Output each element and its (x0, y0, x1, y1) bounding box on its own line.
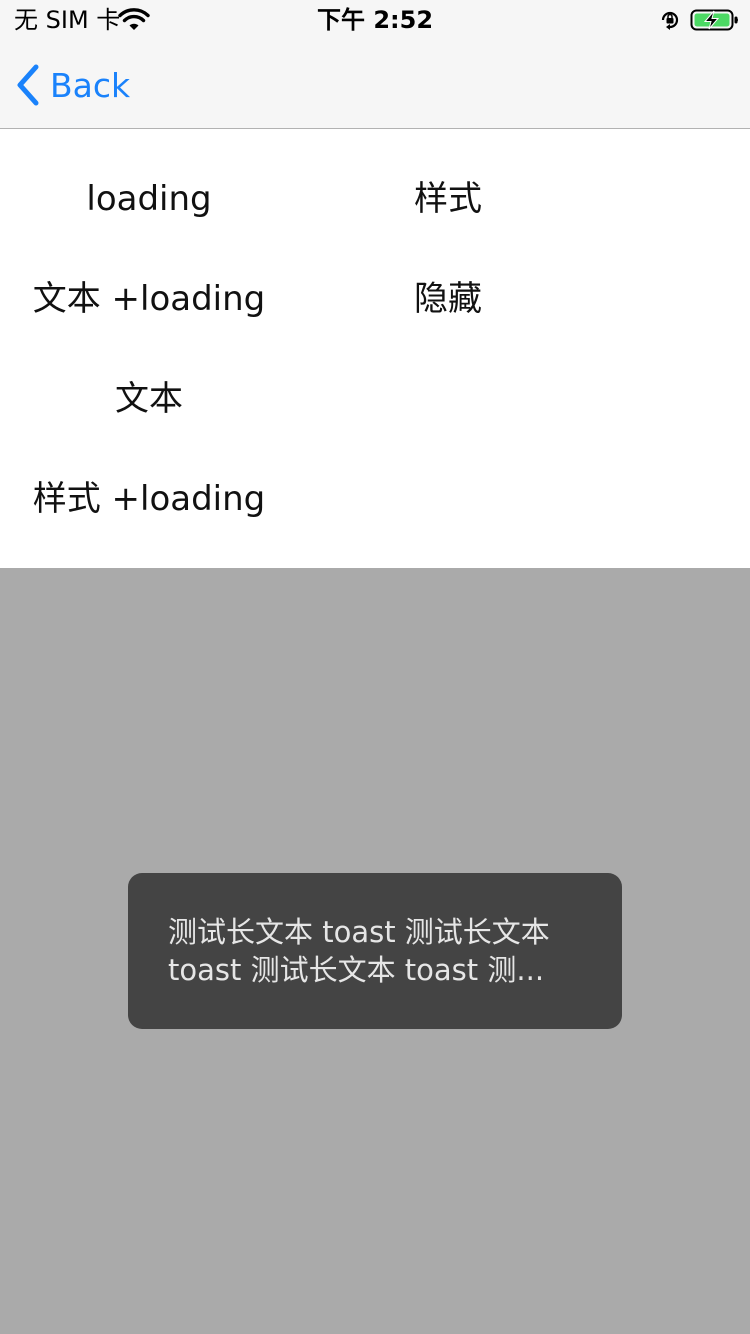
text-button[interactable]: 文本 (0, 379, 298, 419)
toast: 测试长文本 toast 测试长文本 toast 测试长文本 toast 测... (128, 873, 622, 1029)
style-button[interactable]: 样式 (414, 179, 482, 219)
chevron-left-icon (17, 64, 39, 106)
content-area: loading 文本 +loading 文本 样式 +loading 样式 隐藏 (0, 129, 750, 568)
screen: 无 SIM 卡 下午 2:52 Back loading 文本 +loading… (0, 0, 750, 1334)
loading-button[interactable]: loading (0, 179, 298, 219)
navigation-bar: Back (0, 40, 750, 129)
hide-button[interactable]: 隐藏 (414, 279, 482, 319)
status-time: 下午 2:52 (316, 6, 434, 34)
text-loading-button[interactable]: 文本 +loading (0, 279, 298, 319)
orientation-lock-icon (661, 11, 679, 30)
back-label: Back (50, 65, 131, 105)
toast-text-line-1: 测试长文本 toast 测试长文本 (168, 915, 550, 949)
style-loading-button[interactable]: 样式 +loading (0, 479, 298, 519)
status-bar: 无 SIM 卡 下午 2:52 (0, 0, 750, 40)
battery-charging-icon (690, 9, 738, 31)
toast-text-line-2: toast 测试长文本 toast 测... (168, 953, 545, 987)
back-button[interactable]: Back (14, 62, 130, 108)
